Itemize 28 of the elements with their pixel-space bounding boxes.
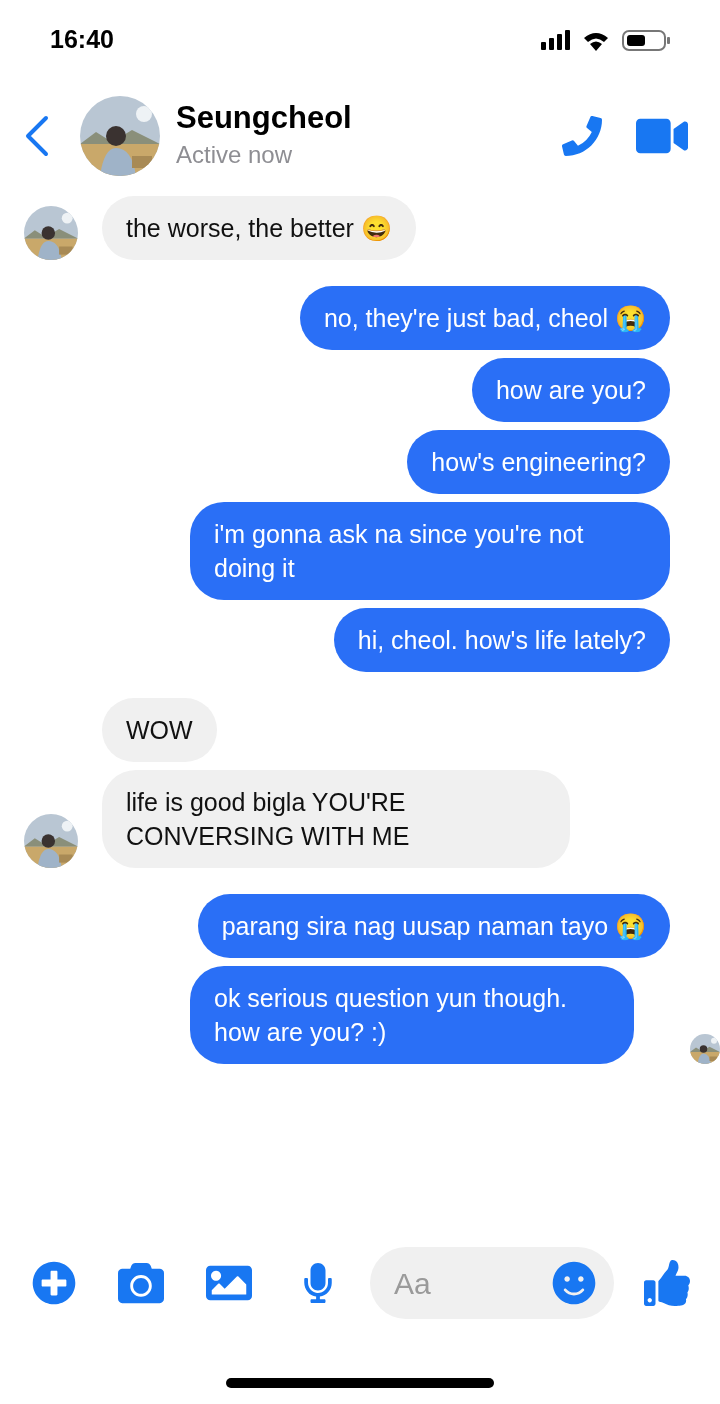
message-bubble: ok serious question yun though. how are you? :) (190, 966, 634, 1064)
add-button[interactable] (32, 1261, 76, 1305)
read-receipt-avatar (690, 1034, 720, 1064)
message-bubble: WOW (102, 698, 217, 762)
message-bubble: life is good bigla YOU'RE CONVERSING WITH ME (102, 770, 570, 868)
phone-icon (562, 116, 602, 156)
message-bubble: hi, cheol. how's life lately? (333, 608, 670, 672)
message-bubble: parang sira nag uusap naman tayo 😭 (197, 894, 670, 958)
battery-icon (622, 29, 670, 51)
emoji-icon[interactable] (552, 1261, 596, 1305)
message-input[interactable]: Aa (394, 1260, 552, 1306)
message-bubble: the worse, the better 😄 (102, 196, 416, 260)
thumbs-up-icon (644, 1260, 690, 1306)
camera-button[interactable] (118, 1260, 164, 1306)
message-bubble: how are you? (471, 358, 670, 422)
status-time: 16:40 (50, 24, 114, 56)
back-icon (24, 114, 50, 158)
message-field[interactable]: Aa (370, 1247, 614, 1319)
plus-icon (32, 1261, 76, 1305)
message-bubble: no, they're just bad, cheol 😭 (299, 286, 670, 350)
contact-status: Active now (176, 140, 294, 170)
message-bubble: i'm gonna ask na since you're not doing it (190, 502, 670, 600)
contact-name: Seungcheol (176, 99, 353, 137)
message-bubble: how's engineering? (407, 430, 670, 494)
call-button[interactable] (562, 116, 602, 156)
like-button[interactable] (644, 1260, 690, 1306)
signal-icon (541, 30, 570, 50)
camera-icon (118, 1260, 164, 1306)
